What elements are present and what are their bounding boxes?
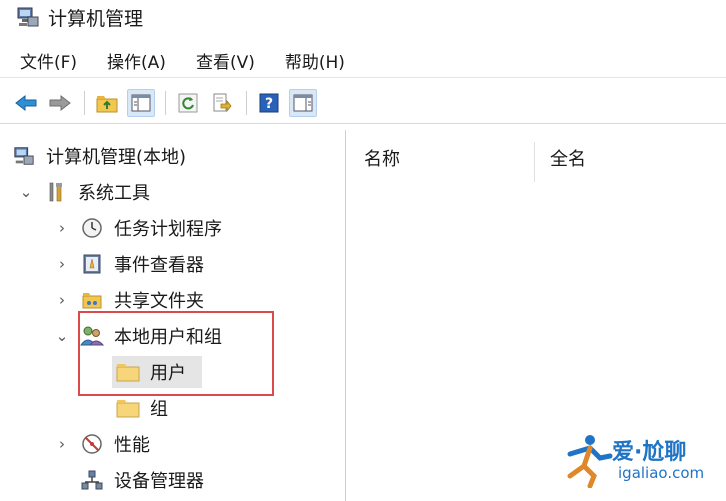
folder-icon — [116, 396, 140, 420]
title-bar: 计算机管理 — [0, 0, 726, 34]
column-header-fullname[interactable]: 全名 — [534, 130, 724, 186]
help-icon: ? — [259, 93, 279, 112]
tree-item-root[interactable]: 计算机管理(本地) — [12, 140, 186, 172]
menu-action[interactable]: 操作(A) — [107, 48, 166, 73]
menu-view[interactable]: 查看(V) — [196, 48, 255, 73]
toolbar-separator — [165, 90, 166, 115]
tree-item-label: 计算机管理(本地) — [46, 147, 187, 168]
watermark-url: igaliao.com — [618, 464, 705, 482]
chevron-right-icon[interactable]: › — [52, 219, 72, 237]
menu-file[interactable]: 文件(F) — [20, 48, 77, 73]
clock-icon — [80, 216, 104, 240]
runner-logo-icon — [567, 435, 613, 489]
performance-icon — [80, 432, 104, 456]
tree-item-label: 共享文件夹 — [114, 291, 204, 312]
tools-icon — [44, 180, 68, 204]
toolbar: ? — [0, 82, 726, 124]
tree-item-system-tools[interactable]: ⌄ 系统工具 — [16, 176, 150, 208]
show-tree-button[interactable] — [127, 88, 155, 117]
tree-item-device-manager[interactable]: 设备管理器 — [80, 464, 204, 496]
tree-item-label: 系统工具 — [78, 183, 150, 204]
tree-item-label: 性能 — [114, 435, 150, 456]
chevron-right-icon[interactable]: › — [52, 255, 72, 273]
back-icon — [15, 94, 37, 111]
properties-icon — [293, 94, 313, 111]
shared-folder-icon — [80, 288, 104, 312]
tree-item-event-viewer[interactable]: › 事件查看器 — [52, 248, 204, 280]
up-level-button[interactable] — [93, 89, 121, 117]
toolbar-separator — [84, 90, 85, 115]
window-title: 计算机管理 — [48, 7, 144, 30]
export-list-button[interactable] — [208, 89, 236, 117]
chevron-right-icon[interactable]: › — [52, 435, 72, 453]
forward-icon — [49, 94, 71, 111]
show-tree-icon — [131, 94, 151, 111]
column-header-name[interactable]: 名称 — [348, 130, 534, 186]
export-icon — [213, 93, 232, 112]
tree-item-label: 事件查看器 — [114, 255, 204, 276]
tree-item-task-scheduler[interactable]: › 任务计划程序 — [52, 212, 222, 244]
forward-button[interactable] — [46, 89, 74, 117]
chevron-down-icon[interactable]: ⌄ — [16, 183, 36, 201]
computer-management-icon — [12, 144, 36, 168]
svg-text:?: ? — [265, 96, 273, 112]
refresh-button[interactable] — [174, 89, 202, 117]
chevron-right-icon[interactable]: › — [52, 291, 72, 309]
computer-management-icon — [16, 5, 40, 29]
highlight-annotation — [78, 311, 274, 396]
toolbar-separator — [246, 90, 247, 115]
properties-button[interactable] — [289, 88, 317, 117]
tree-item-label: 组 — [150, 399, 168, 420]
menu-help[interactable]: 帮助(H) — [285, 48, 345, 73]
tree-item-performance[interactable]: › 性能 — [52, 428, 150, 460]
help-button[interactable]: ? — [255, 89, 283, 117]
back-button[interactable] — [12, 89, 40, 117]
up-folder-icon — [96, 95, 118, 112]
refresh-icon — [178, 93, 198, 112]
tree-item-groups[interactable]: 组 — [116, 392, 168, 424]
menu-bar: 文件(F) 操作(A) 查看(V) 帮助(H) — [0, 44, 726, 78]
watermark-logo: 爱·尬聊 igaliao.com — [560, 432, 724, 492]
device-manager-icon — [80, 468, 104, 492]
event-viewer-icon — [80, 252, 104, 276]
chevron-down-icon[interactable]: ⌄ — [52, 327, 72, 345]
tree-item-label: 任务计划程序 — [114, 219, 222, 240]
watermark-title: 爱·尬聊 — [612, 440, 687, 465]
tree-item-label: 设备管理器 — [114, 471, 204, 492]
